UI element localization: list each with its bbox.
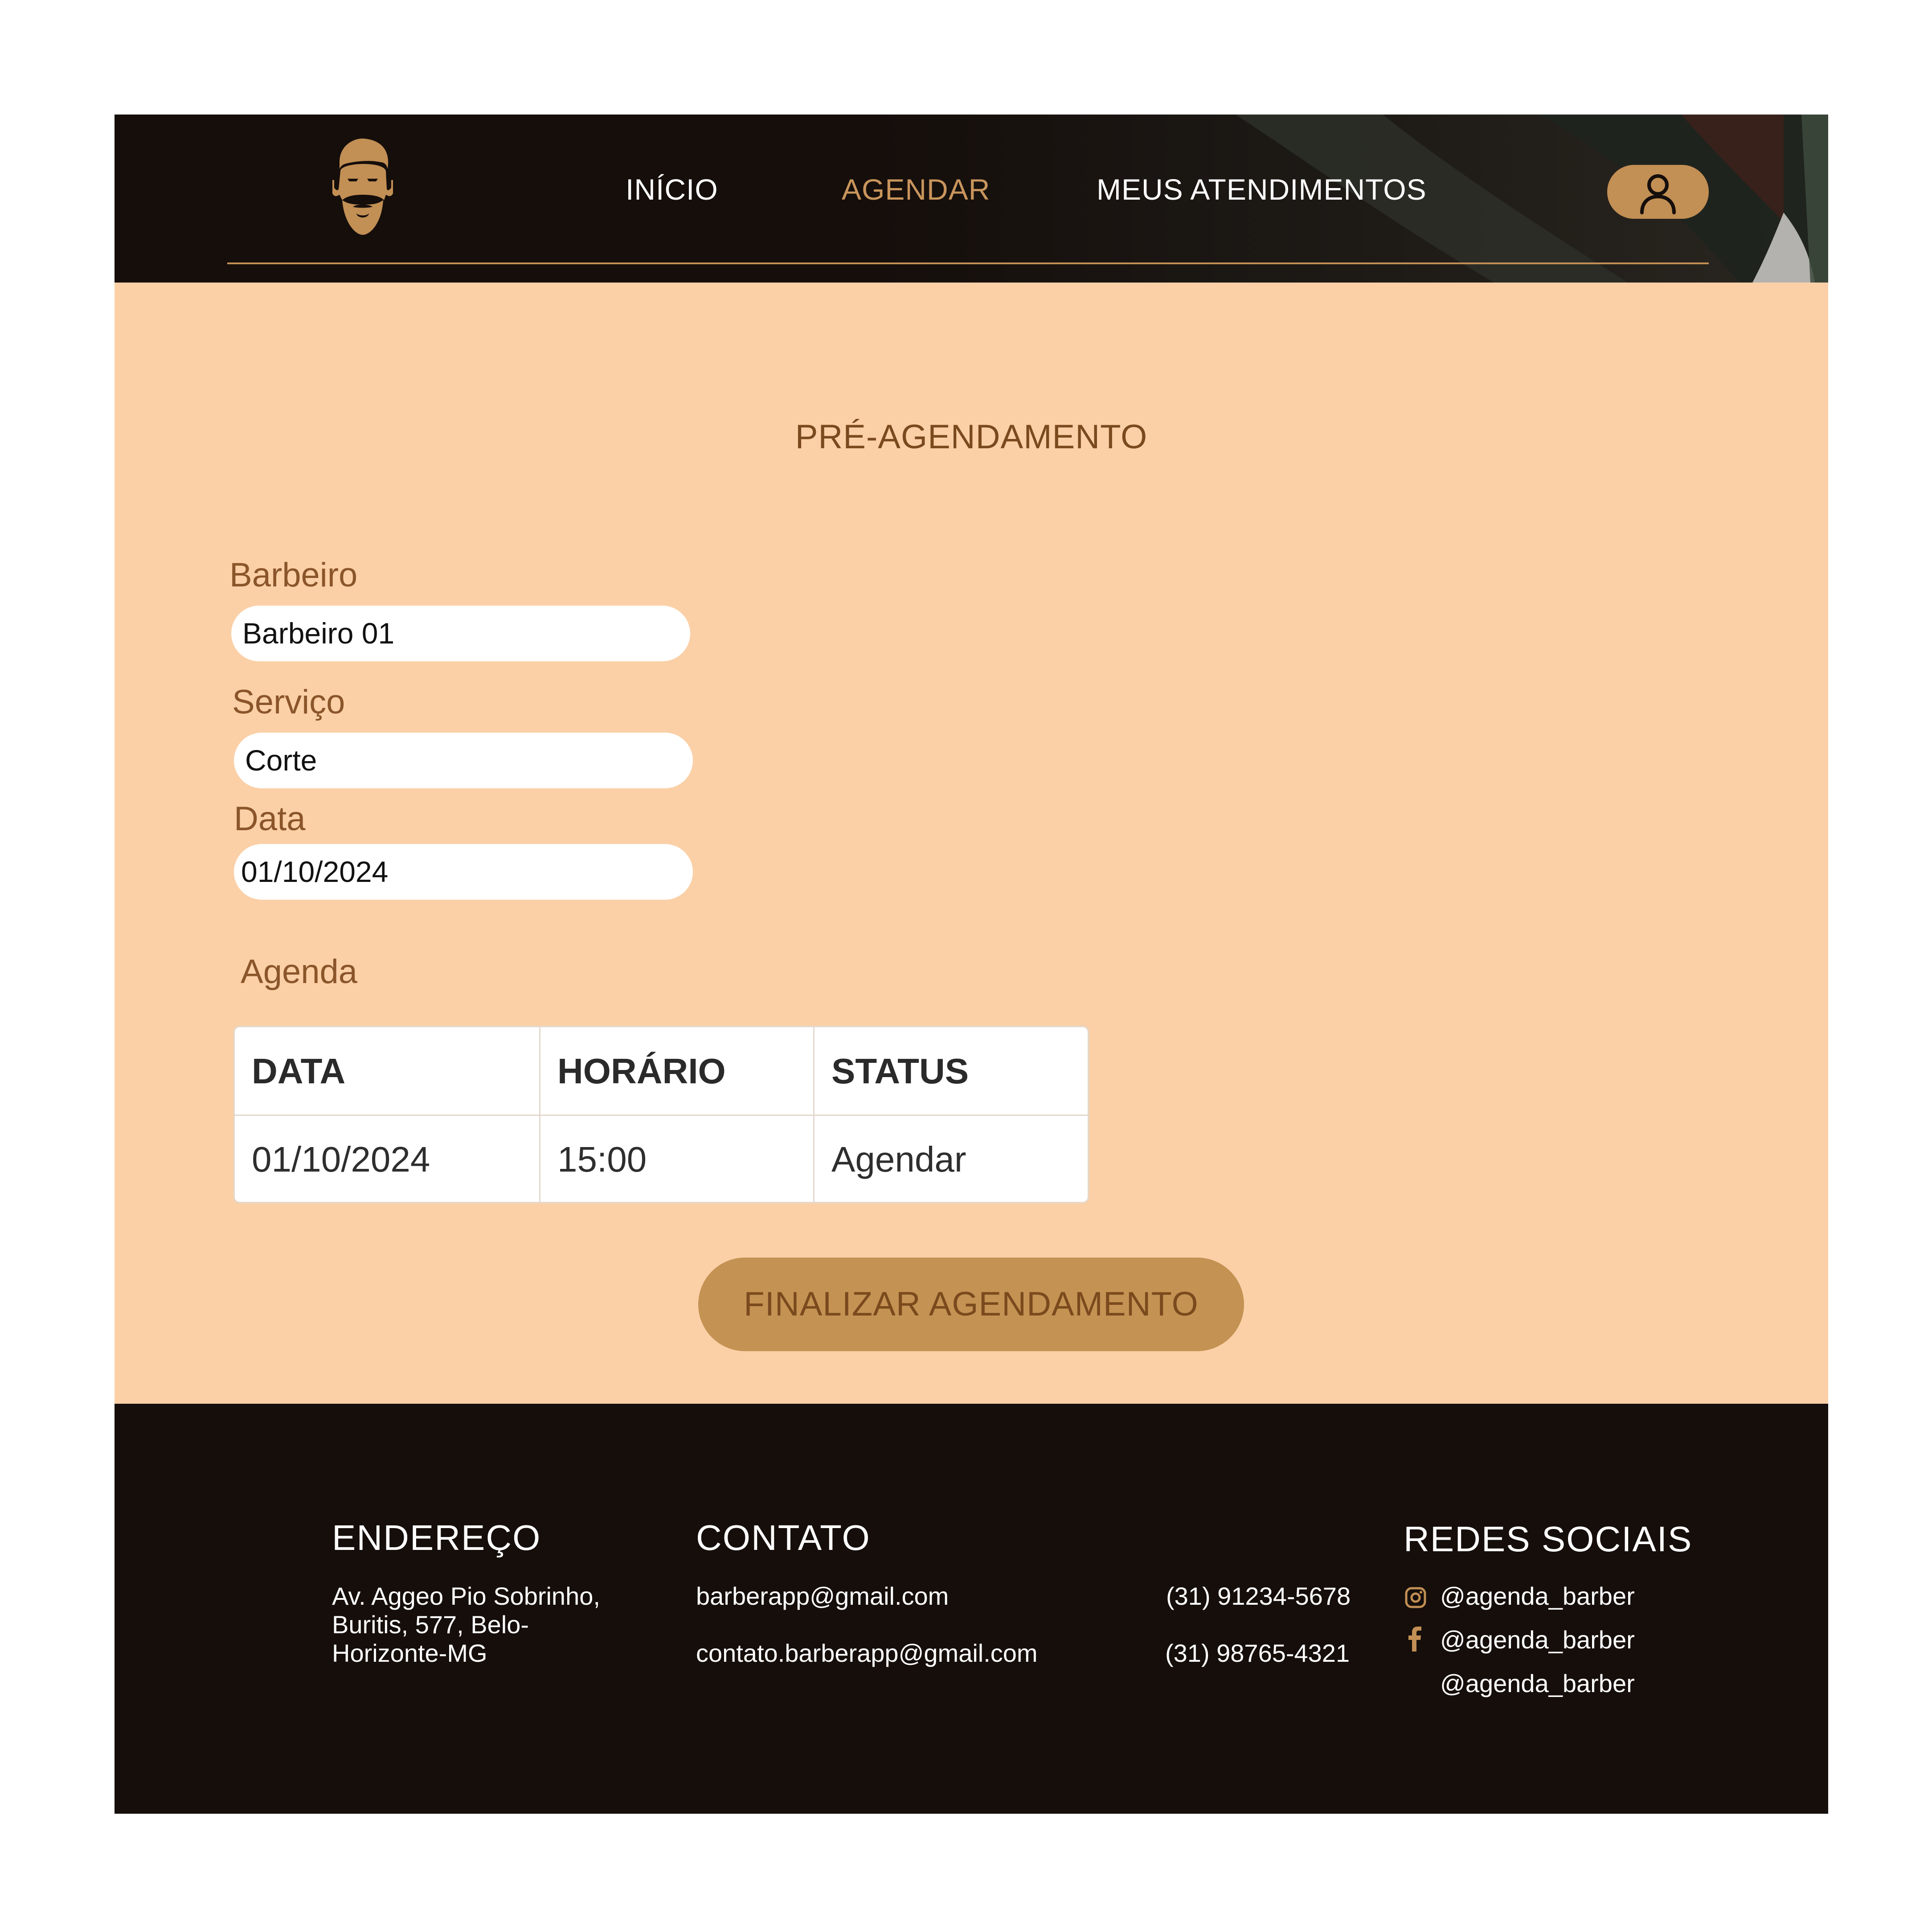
profile-button[interactable] — [1607, 165, 1709, 219]
table-cell-status[interactable]: Agendar — [815, 1115, 1088, 1202]
data-label: Data — [234, 800, 306, 838]
servico-label: Serviço — [232, 683, 345, 721]
nav-agendar[interactable]: AGENDAR — [842, 172, 990, 206]
header-divider — [227, 262, 1709, 264]
nav-meus-atendimentos[interactable]: MEUS ATENDIMENTOS — [1097, 172, 1427, 206]
agenda-label: Agenda — [241, 953, 358, 991]
endereco-heading: ENDEREÇO — [332, 1518, 541, 1557]
email-link[interactable]: barberapp@gmail.com — [696, 1582, 949, 1611]
phone-number[interactable]: (31) 98765-4321 — [1165, 1639, 1350, 1668]
page-title: PRÉ-AGENDAMENTO — [795, 418, 1148, 456]
finalizar-agendamento-button[interactable]: FINALIZAR AGENDAMENTO — [698, 1258, 1244, 1351]
redes-sociais-heading: REDES SOCIAIS — [1404, 1519, 1693, 1559]
instagram-handle[interactable]: @agenda_barber — [1440, 1582, 1635, 1611]
page-frame: INÍCIO AGENDAR MEUS ATENDIMENTOS PRÉ-AGE… — [115, 115, 1828, 1814]
column-header-data: DATA — [252, 1051, 346, 1091]
nav-inicio[interactable]: INÍCIO — [626, 172, 718, 206]
facebook-icon[interactable] — [1407, 1627, 1423, 1652]
social-handle[interactable]: @agenda_barber — [1440, 1669, 1635, 1698]
column-header-horario: HORÁRIO — [557, 1051, 726, 1091]
endereco-line: Buritis, 577, Belo- — [332, 1611, 529, 1639]
data-field[interactable]: 01/10/2024 — [234, 844, 693, 900]
email-link[interactable]: contato.barberapp@gmail.com — [696, 1639, 1038, 1668]
instagram-icon[interactable] — [1404, 1586, 1427, 1609]
servico-field[interactable]: Corte — [234, 733, 693, 788]
endereco-text: Av. Aggeo Pio Sobrinho, Buritis, 577, Be… — [332, 1582, 600, 1668]
contato-heading: CONTATO — [696, 1518, 871, 1557]
header: INÍCIO AGENDAR MEUS ATENDIMENTOS — [115, 115, 1828, 283]
barbeiro-label: Barbeiro — [229, 556, 358, 594]
footer: ENDEREÇO Av. Aggeo Pio Sobrinho, Buritis… — [115, 1404, 1828, 1814]
user-icon — [1640, 174, 1676, 214]
endereco-line: Av. Aggeo Pio Sobrinho, — [332, 1582, 600, 1610]
facebook-handle[interactable]: @agenda_barber — [1440, 1626, 1635, 1654]
barbeiro-field[interactable]: Barbeiro 01 — [231, 606, 690, 661]
column-header-status: STATUS — [831, 1051, 969, 1091]
table-cell-horario: 15:00 — [557, 1139, 647, 1179]
endereco-line: Horizonte-MG — [332, 1639, 487, 1667]
agenda-table: DATA HORÁRIO STATUS 01/10/2024 15:00 Age… — [233, 1026, 1089, 1203]
barber-logo-icon[interactable] — [331, 138, 395, 236]
table-cell-data: 01/10/2024 — [252, 1139, 430, 1179]
phone-number[interactable]: (31) 91234-5678 — [1166, 1582, 1351, 1611]
